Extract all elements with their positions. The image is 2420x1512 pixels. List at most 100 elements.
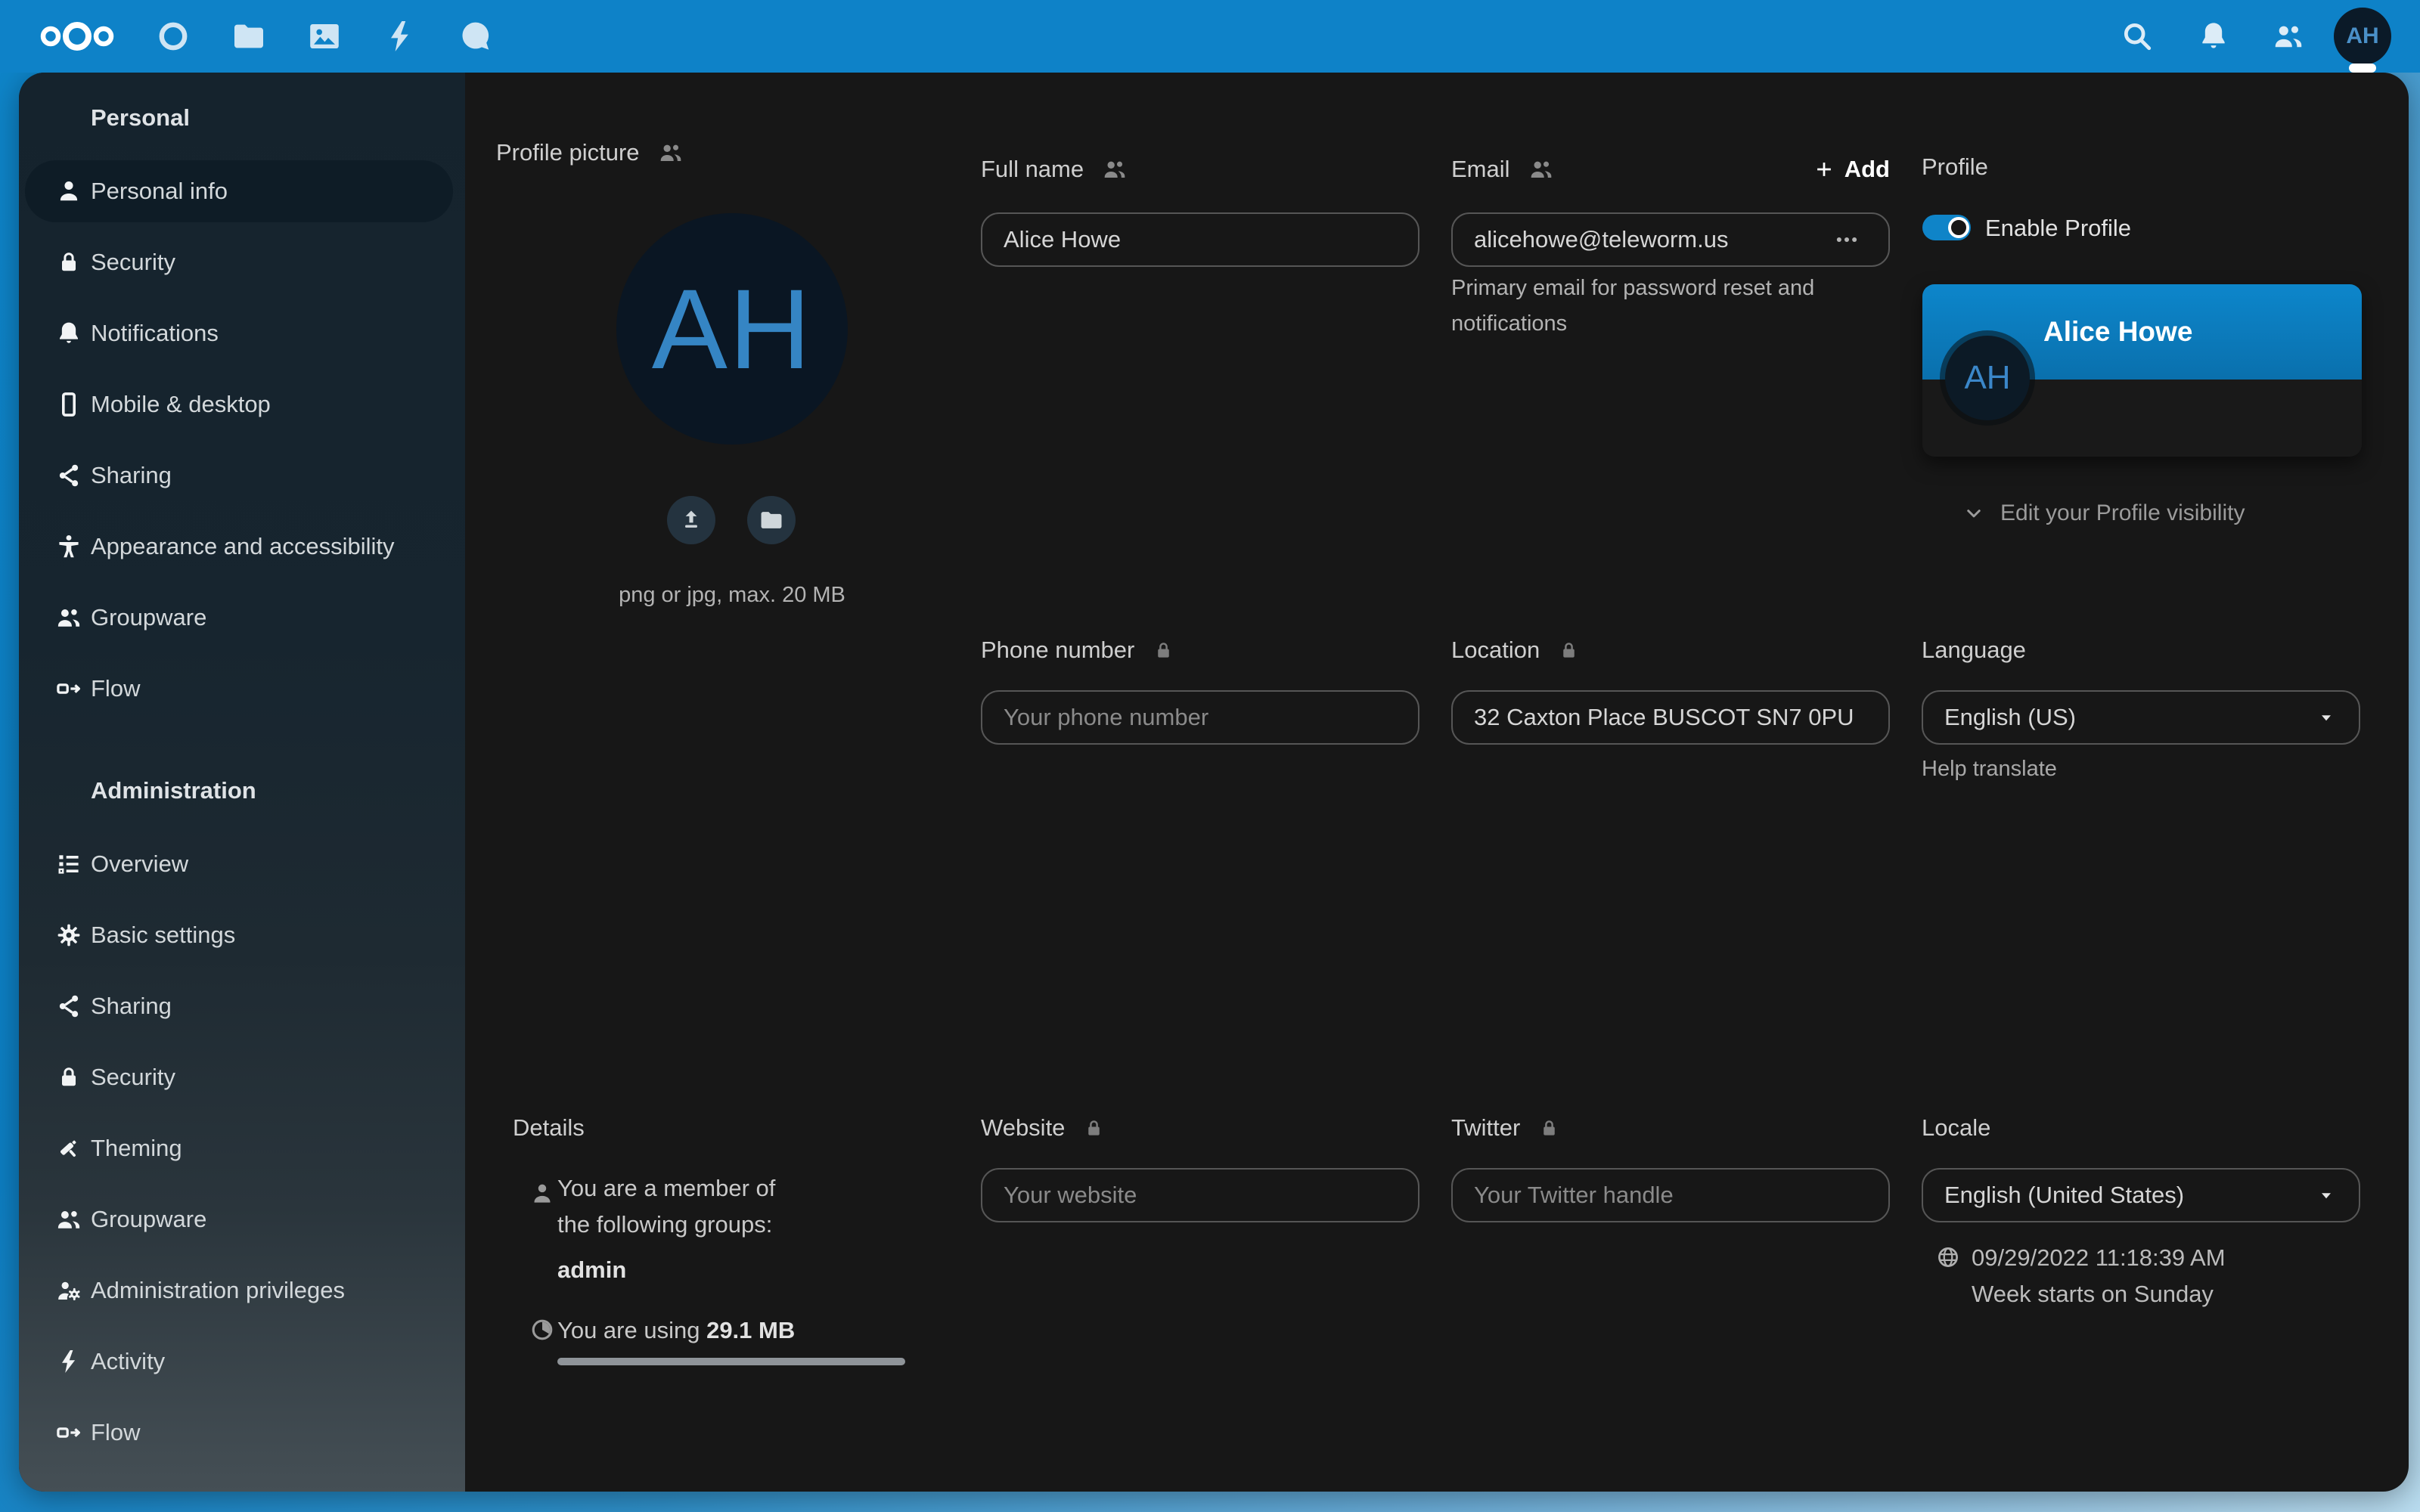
sidebar-item-label: Activity (91, 1348, 165, 1375)
sidebar-item-label: Personal info (91, 178, 228, 205)
language-selected-value: English (US) (1944, 704, 2076, 731)
avatar-hint: png or jpg, max. 20 MB (616, 578, 848, 613)
sidebar-item-label: Talk (91, 1490, 132, 1492)
sidebar-item-appearance-accessibility[interactable]: Appearance and accessibility (25, 516, 453, 578)
sidebar-item-administration-privileges[interactable]: Administration privileges (25, 1259, 453, 1321)
sidebar-item-personal-info[interactable]: Personal info (25, 160, 453, 222)
sidebar-item-flow[interactable]: Flow (25, 658, 453, 720)
sidebar-item-groupware[interactable]: Groupware (25, 587, 453, 649)
profile-card-avatar: AH (1945, 336, 2030, 420)
files-folder-icon[interactable] (231, 18, 267, 54)
avatar-initials: AH (2346, 23, 2378, 49)
sidebar-heading-administration: Administration (91, 777, 431, 804)
notifications-bell-icon[interactable] (2197, 20, 2230, 53)
sidebar-item-security[interactable]: Security (25, 231, 453, 293)
talk-bubble-icon[interactable] (458, 18, 494, 54)
sidebar-item-mobile-desktop[interactable]: Mobile & desktop (25, 373, 453, 435)
scope-lock-icon[interactable] (1558, 640, 1580, 662)
sidebar-item-label: Appearance and accessibility (91, 533, 395, 560)
sidebar-item-admin-security[interactable]: Security (25, 1046, 453, 1108)
sidebar-item-admin-groupware[interactable]: Groupware (25, 1188, 453, 1250)
location-input[interactable] (1451, 690, 1890, 745)
full-name-input[interactable] (981, 212, 1419, 267)
locale-week-note: Week starts on Sunday (1972, 1276, 2214, 1312)
sidebar-item-label: Basic settings (91, 922, 235, 949)
scope-lock-icon[interactable] (1538, 1117, 1560, 1139)
locale-select[interactable]: English (United States) (1922, 1168, 2360, 1222)
scope-contacts-icon[interactable] (1102, 156, 1128, 182)
sidebar-item-label: Sharing (91, 993, 172, 1020)
scope-contacts-icon[interactable] (1528, 156, 1554, 182)
account-icon (55, 178, 82, 205)
group-membership-text: You are a member of the following groups… (557, 1170, 807, 1243)
twitter-input[interactable] (1451, 1168, 1890, 1222)
group-icon (55, 1206, 82, 1233)
upload-icon (678, 507, 704, 533)
locale-label: Locale (1922, 1111, 1990, 1145)
chevron-down-icon (1962, 502, 1985, 525)
bolt-icon (55, 1348, 82, 1375)
sidebar-item-admin-sharing[interactable]: Sharing (25, 975, 453, 1037)
sidebar-item-basic-settings[interactable]: Basic settings (25, 904, 453, 966)
gear-icon (55, 922, 82, 949)
dashboard-icon[interactable] (155, 18, 191, 54)
edit-profile-visibility-link[interactable]: Edit your Profile visibility (1962, 500, 2245, 526)
quota-value: 29.1 MB (706, 1317, 795, 1343)
sidebar-item-overview[interactable]: Overview (25, 833, 453, 895)
enable-profile-toggle[interactable] (1922, 215, 1971, 240)
search-icon[interactable] (2121, 20, 2154, 53)
sidebar-item-notifications[interactable]: Notifications (25, 302, 453, 364)
bell-icon (55, 320, 82, 347)
scope-lock-icon[interactable] (1083, 1117, 1105, 1139)
quota-icon (529, 1317, 555, 1343)
activity-bolt-icon[interactable] (382, 18, 418, 54)
lock-icon (55, 1064, 82, 1091)
sidebar-item-sharing[interactable]: Sharing (25, 445, 453, 507)
sidebar-item-theming[interactable]: Theming (25, 1117, 453, 1179)
locale-datetime: 09/29/2022 11:18:39 AM (1972, 1240, 2226, 1276)
avatar-initials: AH (1964, 359, 2010, 397)
folder-icon (759, 507, 784, 533)
caret-down-icon (2315, 1184, 2338, 1207)
paint-roller-icon (55, 1135, 82, 1162)
globe-icon (1935, 1244, 1961, 1270)
language-select[interactable]: English (US) (1922, 690, 2360, 745)
accessibility-icon (55, 533, 82, 560)
lock-icon (55, 249, 82, 276)
profile-preview-card[interactable]: AH Alice Howe (1922, 284, 2362, 457)
upload-avatar-button[interactable] (667, 496, 715, 544)
user-avatar-menu[interactable]: AH (2334, 8, 2391, 65)
sidebar-item-label: Sharing (91, 462, 172, 489)
email-input[interactable] (1451, 212, 1890, 267)
choose-avatar-from-files-button[interactable] (747, 496, 796, 544)
locale-selected-value: English (United States) (1944, 1182, 2184, 1209)
language-label: Language (1922, 634, 2026, 667)
sidebar-item-label: Mobile & desktop (91, 391, 271, 418)
scope-contacts-icon[interactable] (658, 140, 684, 166)
group-icon (55, 604, 82, 631)
sidebar-item-admin-flow[interactable]: Flow (25, 1402, 453, 1464)
phone-input[interactable] (981, 690, 1419, 745)
twitter-label: Twitter (1451, 1111, 1560, 1145)
flow-icon (55, 1419, 82, 1446)
contacts-icon[interactable] (2272, 20, 2305, 53)
nextcloud-logo-icon[interactable] (39, 17, 115, 56)
settings-app-container: Personal Personal info Security Notifica… (19, 73, 2409, 1492)
email-actions-menu-icon[interactable] (1832, 225, 1861, 254)
sidebar-heading-personal: Personal (91, 104, 431, 132)
enable-profile-label: Enable Profile (1985, 212, 2131, 245)
photos-icon[interactable] (306, 18, 343, 54)
sidebar-item-label: Overview (91, 850, 188, 878)
phone-label: Phone number (981, 634, 1174, 667)
website-input[interactable] (981, 1168, 1419, 1222)
sidebar-item-activity[interactable]: Activity (25, 1331, 453, 1393)
location-label: Location (1451, 634, 1580, 667)
details-heading: Details (513, 1111, 585, 1145)
scope-lock-icon[interactable] (1153, 640, 1174, 662)
admin-gear-icon (55, 1277, 82, 1304)
add-email-button[interactable]: Add (1813, 156, 1890, 183)
help-translate-link[interactable]: Help translate (1922, 751, 2057, 787)
quota-progress-bar (557, 1358, 905, 1365)
sidebar-item-talk[interactable]: Talk (25, 1473, 453, 1492)
share-icon (55, 462, 82, 489)
